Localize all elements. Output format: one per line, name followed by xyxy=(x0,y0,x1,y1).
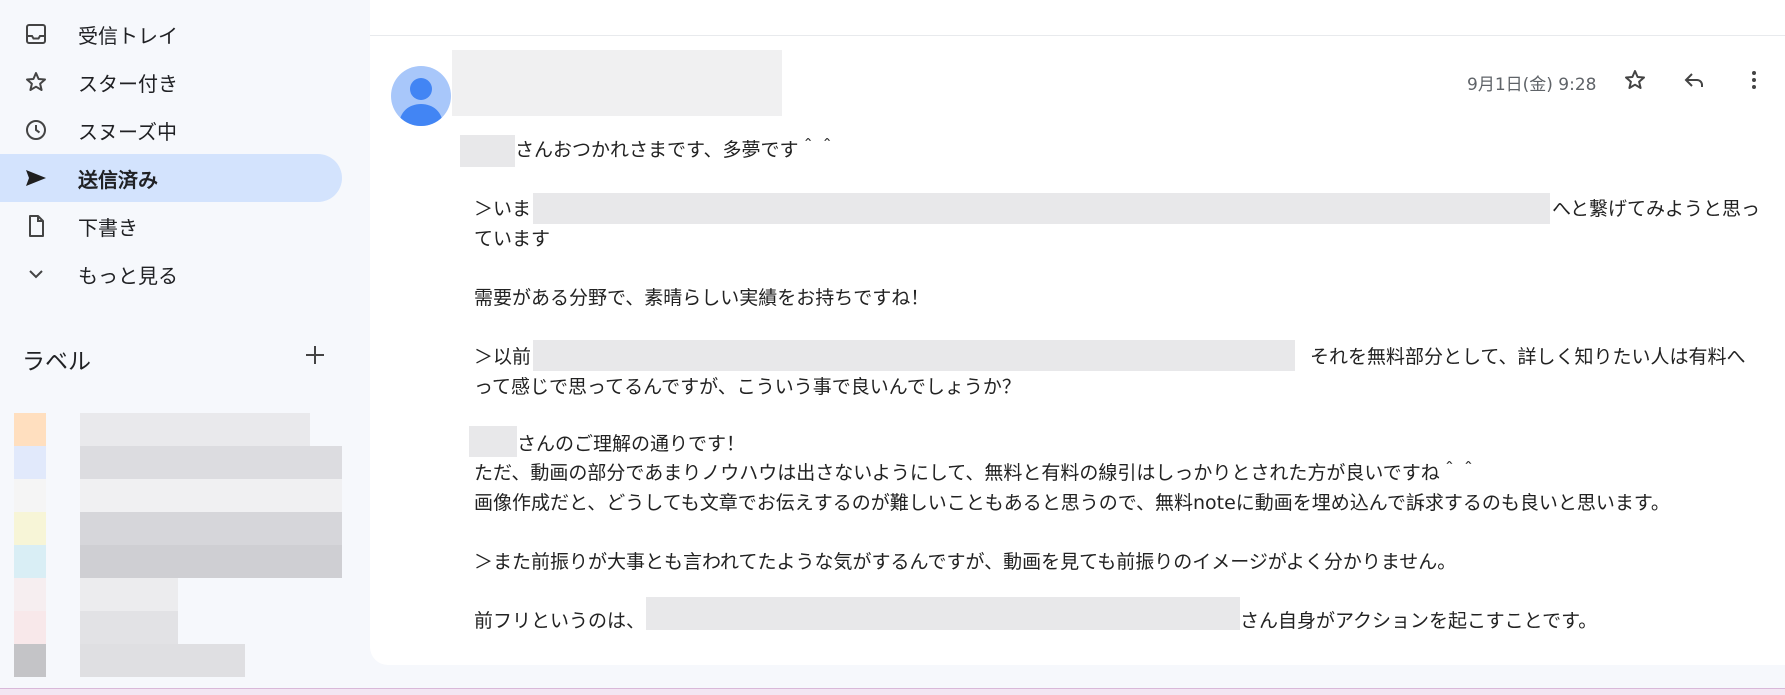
nav-label: もっと見る xyxy=(78,263,178,288)
label-item[interactable] xyxy=(0,479,372,512)
nav-label: 下書き xyxy=(78,215,138,240)
more-vert-icon xyxy=(1742,68,1766,96)
redacted-label xyxy=(80,644,245,677)
body-line: 需要がある分野で、素晴らしい実績をお持ちですね！ xyxy=(474,287,930,309)
bottom-edge xyxy=(0,688,1785,695)
redacted-label xyxy=(80,611,178,644)
label-item[interactable] xyxy=(0,413,372,446)
nav-more[interactable]: もっと見る xyxy=(0,250,342,298)
add-label-button[interactable] xyxy=(298,340,332,374)
star-button[interactable] xyxy=(1615,62,1655,102)
divider xyxy=(370,35,1785,36)
quote-line: ＞いま xyxy=(474,198,532,220)
label-color-swatch xyxy=(14,446,46,479)
body-line: ただ、動画の部分であまりノウハウは出さないようにして、無料と有料の線引はしっかり… xyxy=(474,462,1478,484)
chevron-down-icon xyxy=(22,260,50,288)
more-options-button[interactable] xyxy=(1734,62,1774,102)
star-icon xyxy=(22,68,50,96)
nav-sent[interactable]: 送信済み xyxy=(0,154,342,202)
redacted-text xyxy=(533,340,1295,371)
label-item[interactable] xyxy=(0,446,372,479)
label-color-swatch xyxy=(14,413,46,446)
person-icon xyxy=(399,78,443,126)
body-line: 前フリというのは、 xyxy=(474,610,646,632)
redacted-sender xyxy=(452,50,782,116)
redacted-label xyxy=(80,413,310,446)
redacted-label xyxy=(80,578,178,611)
clock-icon xyxy=(22,116,50,144)
redacted-text xyxy=(646,597,1240,630)
label-color-swatch xyxy=(14,545,46,578)
label-color-swatch xyxy=(14,644,46,677)
label-item[interactable] xyxy=(0,578,372,611)
send-icon xyxy=(22,164,50,192)
redacted-label xyxy=(80,545,342,578)
redacted-name xyxy=(469,426,517,457)
redacted-label xyxy=(80,479,342,512)
redacted-label xyxy=(80,446,342,479)
quote-line: それを無料部分として、詳しく知りたい人は有料へ xyxy=(1310,346,1746,368)
redacted-name xyxy=(460,135,515,167)
greeting-line: さんおつかれさまです、多夢です＾＾ xyxy=(515,139,837,161)
label-color-swatch xyxy=(14,479,46,512)
label-item[interactable] xyxy=(0,611,372,644)
quote-line: ています xyxy=(474,228,551,250)
reply-icon xyxy=(1682,68,1706,96)
nav-snoozed[interactable]: スヌーズ中 xyxy=(0,106,342,154)
label-color-swatch xyxy=(14,512,46,545)
quote-line: へと繋げてみようと思っ xyxy=(1552,198,1761,220)
sidebar: 受信トレイ スター付き スヌーズ中 送信済み 下書き もっと見る ラベル xyxy=(0,0,365,695)
label-item[interactable] xyxy=(0,512,372,545)
plus-icon xyxy=(304,344,326,370)
redacted-label xyxy=(80,512,342,545)
reply-button[interactable] xyxy=(1674,62,1714,102)
redacted-text xyxy=(533,193,1550,224)
inbox-icon xyxy=(22,20,50,48)
nav-starred[interactable]: スター付き xyxy=(0,58,342,106)
nav-label: スター付き xyxy=(78,71,178,96)
quote-line: って感じで思ってるんですが、こういう事で良いんでしょうか？ xyxy=(474,376,1021,398)
body-line: 画像作成だと、どうしても文章でお伝えするのが難しいこともあると思うので、無料no… xyxy=(474,492,1670,514)
labels-heading: ラベル xyxy=(22,349,91,375)
label-item[interactable] xyxy=(0,644,372,677)
nav-inbox[interactable]: 受信トレイ xyxy=(0,10,342,58)
quote-line: ＞また前振りが大事とも言われてたような気がするんですが、動画を見ても前振りのイメ… xyxy=(474,551,1457,573)
label-color-swatch xyxy=(14,611,46,644)
label-color-swatch xyxy=(14,578,46,611)
message-date: 9月1日(金) 9:28 xyxy=(1467,75,1597,95)
sender-avatar[interactable] xyxy=(391,66,451,126)
draft-icon xyxy=(22,212,50,240)
nav-drafts[interactable]: 下書き xyxy=(0,202,342,250)
nav-label: 送信済み xyxy=(78,167,158,192)
body-line: さんのご理解の通りです！ xyxy=(517,433,746,455)
quote-line: ＞以前 xyxy=(474,346,532,368)
star-icon xyxy=(1623,68,1647,96)
label-item[interactable] xyxy=(0,545,372,578)
nav-label: スヌーズ中 xyxy=(78,119,177,144)
nav-label: 受信トレイ xyxy=(78,23,178,48)
body-line: さん自身がアクションを起こすことです。 xyxy=(1240,610,1598,632)
